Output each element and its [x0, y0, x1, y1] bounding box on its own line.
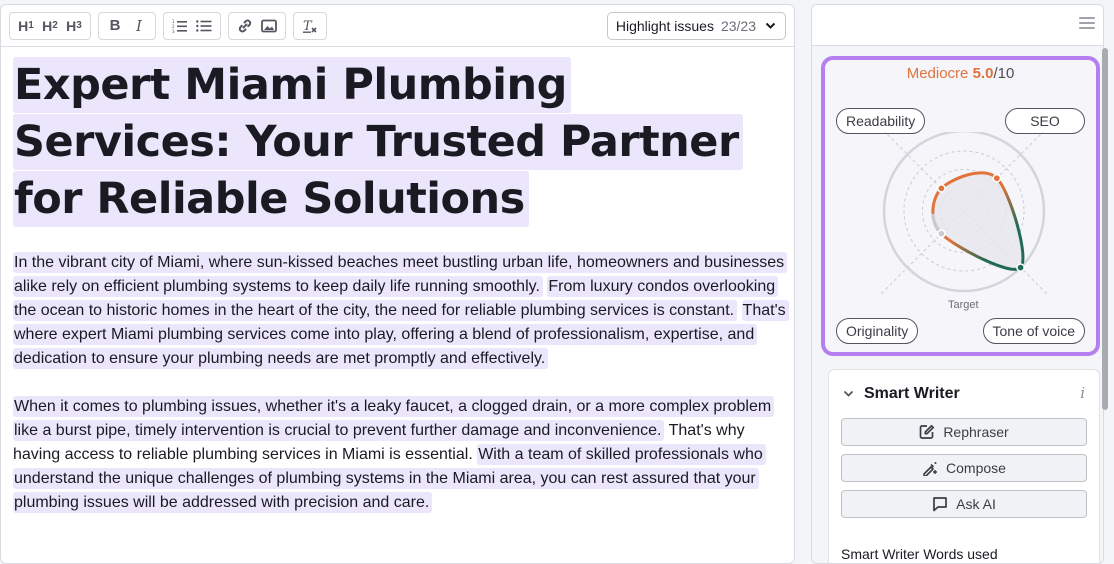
format-group: B I — [98, 11, 156, 40]
bullet-list-icon — [196, 19, 212, 32]
issues-count: 23/23 — [720, 18, 756, 34]
paragraph-1[interactable]: In the vibrant city of Miami, where sun-… — [13, 251, 789, 371]
info-icon[interactable]: i — [1080, 384, 1085, 402]
readability-pill[interactable]: Readability — [836, 108, 926, 134]
smart-writer-words-used: Smart Writer Words used — [841, 546, 998, 562]
italic-button[interactable]: I — [127, 15, 151, 37]
image-button[interactable] — [257, 15, 281, 37]
heading-group: H1 H2 H3 — [9, 11, 91, 40]
ask-ai-label: Ask AI — [956, 496, 996, 512]
sentence-text — [737, 302, 741, 319]
editor-toolbar: H1 H2 H3 B I 123 T Highlight issues 23/2… — [1, 5, 794, 47]
ask-ai-button[interactable]: Ask AI — [841, 490, 1087, 518]
image-icon — [261, 19, 277, 32]
score-rating: Mediocre — [906, 65, 969, 82]
chevron-down-icon — [765, 22, 776, 29]
ordered-list-icon: 123 — [172, 19, 187, 33]
heading-2-button[interactable]: H2 — [38, 15, 62, 37]
panel-scrollbar[interactable] — [1102, 48, 1108, 410]
score-max: /10 — [993, 65, 1015, 82]
chevron-down-icon[interactable] — [843, 390, 854, 398]
panel-header — [812, 5, 1103, 46]
highlighted-sentence[interactable]: When it comes to plumbing issues, whethe… — [13, 396, 775, 441]
editor-pane: H1 H2 H3 B I 123 T Highlight issues 23/2… — [0, 4, 795, 564]
score-card: Mediocre 5.0/10 Readability SEO Original… — [821, 56, 1100, 356]
heading-1-button[interactable]: H1 — [14, 15, 38, 37]
radar-point-seo — [992, 173, 1002, 183]
svg-text:3: 3 — [172, 29, 175, 33]
radar-point-originality — [937, 229, 946, 238]
chat-icon — [933, 497, 948, 512]
heading-3-label: H — [66, 17, 77, 34]
smart-writer-title: Smart Writer — [864, 385, 960, 402]
paragraph-2[interactable]: When it comes to plumbing issues, whethe… — [13, 395, 788, 515]
link-button[interactable] — [233, 15, 257, 37]
seo-pill[interactable]: SEO — [1005, 108, 1085, 134]
highlight-issues-dropdown[interactable]: Highlight issues 23/23 — [606, 12, 786, 40]
heading-3-level: 3 — [76, 20, 82, 31]
rephraser-label: Rephraser — [943, 424, 1009, 440]
heading-2-level: 2 — [52, 20, 58, 31]
hamburger-menu-icon[interactable] — [1079, 17, 1095, 31]
radar-point-readability — [937, 184, 946, 193]
link-icon — [238, 19, 252, 32]
target-label: Target — [945, 299, 982, 311]
magic-pen-icon — [923, 462, 938, 476]
heading-3-button[interactable]: H3 — [62, 15, 86, 37]
ordered-list-button[interactable]: 123 — [168, 15, 192, 37]
content-score-panel: Mediocre 5.0/10 Readability SEO Original… — [811, 4, 1104, 564]
list-group: 123 — [163, 11, 221, 40]
score-radar-chart — [878, 132, 1050, 297]
clear-format-button[interactable]: T — [298, 15, 322, 37]
radar-point-tone-of-voice — [1016, 263, 1025, 272]
heading-2-label: H — [42, 17, 53, 34]
bold-button[interactable]: B — [103, 15, 127, 37]
document-content[interactable]: Expert Miami Plumbing Services: Your Tru… — [1, 47, 794, 515]
clear-group: T — [293, 11, 327, 40]
title-highlight[interactable]: Expert Miami Plumbing Services: Your Tru… — [13, 57, 743, 227]
heading-1-level: 1 — [28, 20, 34, 31]
bullet-list-button[interactable] — [192, 15, 216, 37]
smart-writer-header[interactable]: Smart Writer i — [829, 370, 1099, 418]
highlight-issues-label: Highlight issues — [615, 18, 714, 34]
heading-1-label: H — [18, 17, 29, 34]
document-title[interactable]: Expert Miami Plumbing Services: Your Tru… — [13, 57, 782, 228]
score-value: 5.0 — [972, 65, 994, 82]
compose-button[interactable]: Compose — [841, 454, 1087, 482]
score-heading: Mediocre 5.0/10 — [825, 65, 1096, 82]
clear-format-icon: T — [303, 19, 317, 34]
edit-icon — [919, 424, 935, 439]
insert-group — [228, 11, 286, 40]
radar-score-shape — [931, 171, 1025, 271]
compose-label: Compose — [946, 460, 1006, 476]
smart-writer-card: Smart Writer i Rephraser Compose Ask AI … — [828, 369, 1100, 563]
rephraser-button[interactable]: Rephraser — [841, 418, 1087, 446]
